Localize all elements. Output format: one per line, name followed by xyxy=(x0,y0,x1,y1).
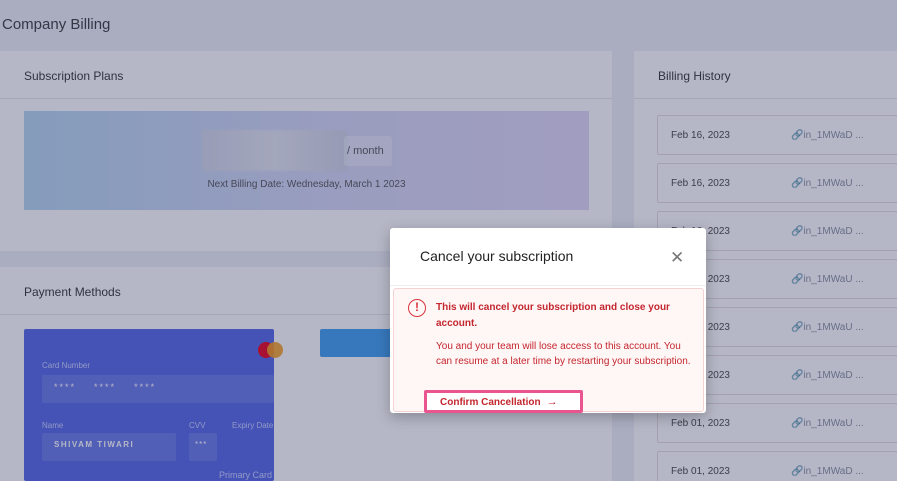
exclamation-icon: ! xyxy=(408,299,426,317)
confirm-cancellation-label: Confirm Cancellation xyxy=(440,397,541,408)
cancel-subscription-modal: Cancel your subscription ✕ ! This will c… xyxy=(390,228,706,413)
arrow-right-icon: → xyxy=(546,396,558,408)
warning-body: You and your team will lose access to th… xyxy=(436,341,691,367)
warning-title: This will cancel your subscription and c… xyxy=(436,302,670,329)
cancellation-warning: ! This will cancel your subscription and… xyxy=(393,288,704,413)
confirm-cancellation-button[interactable]: Confirm Cancellation → xyxy=(424,390,583,413)
close-icon[interactable]: ✕ xyxy=(670,249,684,266)
modal-divider xyxy=(390,285,706,286)
modal-title: Cancel your subscription xyxy=(420,248,574,264)
